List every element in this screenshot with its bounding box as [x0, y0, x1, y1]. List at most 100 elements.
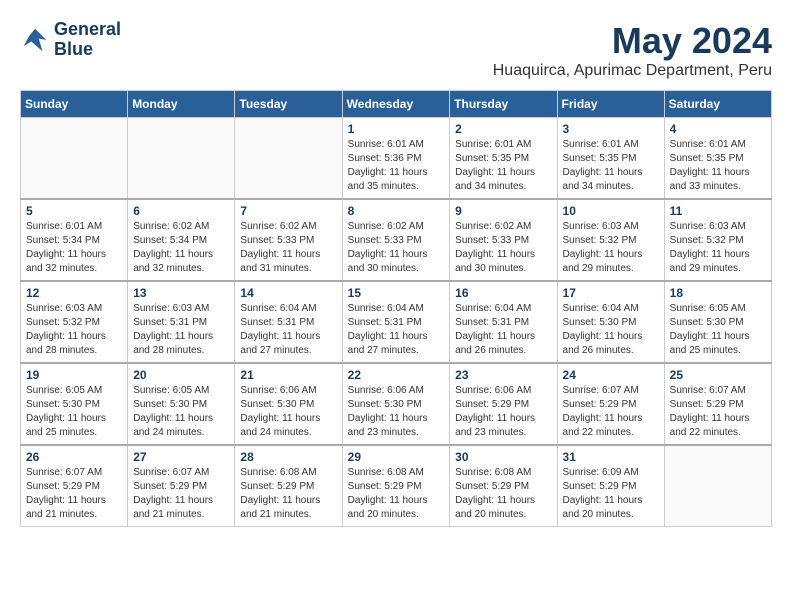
cell-content: Sunrise: 6:04 AMSunset: 5:31 PMDaylight:… [348, 302, 445, 358]
calendar-cell: 10Sunrise: 6:03 AMSunset: 5:32 PMDayligh… [557, 199, 664, 281]
calendar-cell: 17 Sunrise: 6:04 AMSunset: 5:30 PMDayligh… [557, 281, 664, 363]
calendar-table: SundayMondayTuesdayWednesdayThursdayFrid… [20, 90, 772, 527]
day-number: 25 [670, 368, 766, 382]
cell-content: Sunrise: 6:05 AMSunset: 5:30 PMDaylight:… [26, 384, 122, 440]
cell-content: Sunrise: 6:06 AMSunset: 5:30 PMDaylight:… [348, 384, 445, 440]
calendar-cell: 9 Sunrise: 6:02 AMSunset: 5:33 PMDaylight… [450, 199, 557, 281]
day-number: 18 [670, 286, 766, 300]
day-header-saturday: Saturday [664, 91, 771, 118]
title-block: May 2024 Huaquirca, Apurimac Department,… [493, 20, 772, 80]
cell-content: Sunrise: 6:03 AMSunset: 5:32 PMDaylight:… [670, 220, 766, 276]
day-number: 4 [670, 122, 766, 136]
day-number: 20 [133, 368, 229, 382]
calendar-cell: 25 Sunrise: 6:07 AMSunset: 5:29 PMDayligh… [664, 363, 771, 445]
location-title: Huaquirca, Apurimac Department, Peru [493, 62, 772, 80]
cell-content: Sunrise: 6:07 AMSunset: 5:29 PMDaylight:… [670, 384, 766, 440]
calendar-cell: 13 Sunrise: 6:03 AMSunset: 5:31 PMDayligh… [128, 281, 235, 363]
cell-content: Sunrise: 6:02 AMSunset: 5:33 PMDaylight:… [455, 220, 551, 276]
calendar-cell: 22 Sunrise: 6:06 AMSunset: 5:30 PMDayligh… [342, 363, 450, 445]
day-number: 2 [455, 122, 551, 136]
day-number: 7 [240, 204, 336, 218]
day-number: 11 [670, 204, 766, 218]
day-number: 29 [348, 450, 445, 464]
day-number: 24 [563, 368, 659, 382]
day-number: 31 [563, 450, 659, 464]
cell-content: Sunrise: 6:02 AMSunset: 5:33 PMDaylight:… [348, 220, 445, 276]
cell-content: Sunrise: 6:04 AMSunset: 5:31 PMDaylight:… [240, 302, 336, 358]
cell-content: Sunrise: 6:04 AMSunset: 5:30 PMDaylight:… [563, 302, 659, 358]
cell-content: Sunrise: 6:01 AMSunset: 5:35 PMDaylight:… [670, 138, 766, 194]
cell-content: Sunrise: 6:06 AMSunset: 5:30 PMDaylight:… [240, 384, 336, 440]
calendar-cell: 21 Sunrise: 6:06 AMSunset: 5:30 PMDayligh… [235, 363, 342, 445]
day-number: 1 [348, 122, 445, 136]
day-number: 23 [455, 368, 551, 382]
day-number: 16 [455, 286, 551, 300]
day-number: 26 [26, 450, 122, 464]
day-number: 3 [563, 122, 659, 136]
calendar-cell: 1 Sunrise: 6:01 AMSunset: 5:36 PMDaylight… [342, 118, 450, 200]
calendar-cell: 7 Sunrise: 6:02 AMSunset: 5:33 PMDaylight… [235, 199, 342, 281]
calendar-cell [128, 118, 235, 200]
cell-content: Sunrise: 6:01 AMSunset: 5:35 PMDaylight:… [455, 138, 551, 194]
cell-content: Sunrise: 6:03 AMSunset: 5:31 PMDaylight:… [133, 302, 229, 358]
day-number: 22 [348, 368, 445, 382]
calendar-cell: 14 Sunrise: 6:04 AMSunset: 5:31 PMDayligh… [235, 281, 342, 363]
calendar-cell: 31 Sunrise: 6:09 AMSunset: 5:29 PMDayligh… [557, 445, 664, 527]
calendar-cell [21, 118, 128, 200]
calendar-cell: 27Sunrise: 6:07 AMSunset: 5:29 PMDayligh… [128, 445, 235, 527]
day-number: 12 [26, 286, 122, 300]
calendar-cell: 3Sunrise: 6:01 AMSunset: 5:35 PMDaylight… [557, 118, 664, 200]
day-number: 5 [26, 204, 122, 218]
calendar-cell: 8Sunrise: 6:02 AMSunset: 5:33 PMDaylight… [342, 199, 450, 281]
day-number: 13 [133, 286, 229, 300]
calendar-week-row: 12Sunrise: 6:03 AMSunset: 5:32 PMDayligh… [21, 281, 772, 363]
calendar-cell: 11 Sunrise: 6:03 AMSunset: 5:32 PMDayligh… [664, 199, 771, 281]
cell-content: Sunrise: 6:08 AMSunset: 5:29 PMDaylight:… [455, 466, 551, 522]
calendar-cell: 16 Sunrise: 6:04 AMSunset: 5:31 PMDayligh… [450, 281, 557, 363]
calendar-week-row: 19Sunrise: 6:05 AMSunset: 5:30 PMDayligh… [21, 363, 772, 445]
calendar-week-row: 1 Sunrise: 6:01 AMSunset: 5:36 PMDaylight… [21, 118, 772, 200]
cell-content: Sunrise: 6:09 AMSunset: 5:29 PMDaylight:… [563, 466, 659, 522]
logo-text: General Blue [54, 20, 121, 60]
calendar-week-row: 5 Sunrise: 6:01 AMSunset: 5:34 PMDaylight… [21, 199, 772, 281]
calendar-cell: 5 Sunrise: 6:01 AMSunset: 5:34 PMDaylight… [21, 199, 128, 281]
day-number: 14 [240, 286, 336, 300]
day-number: 17 [563, 286, 659, 300]
day-number: 28 [240, 450, 336, 464]
cell-content: Sunrise: 6:08 AMSunset: 5:29 PMDaylight:… [240, 466, 336, 522]
day-number: 6 [133, 204, 229, 218]
day-header-wednesday: Wednesday [342, 91, 450, 118]
month-title: May 2024 [493, 20, 772, 62]
day-number: 10 [563, 204, 659, 218]
calendar-cell: 30 Sunrise: 6:08 AMSunset: 5:29 PMDayligh… [450, 445, 557, 527]
cell-content: Sunrise: 6:01 AMSunset: 5:34 PMDaylight:… [26, 220, 122, 276]
calendar-cell: 29Sunrise: 6:08 AMSunset: 5:29 PMDayligh… [342, 445, 450, 527]
cell-content: Sunrise: 6:07 AMSunset: 5:29 PMDaylight:… [133, 466, 229, 522]
calendar-header-row: SundayMondayTuesdayWednesdayThursdayFrid… [21, 91, 772, 118]
calendar-cell [664, 445, 771, 527]
calendar-cell: 18 Sunrise: 6:05 AMSunset: 5:30 PMDayligh… [664, 281, 771, 363]
cell-content: Sunrise: 6:04 AMSunset: 5:31 PMDaylight:… [455, 302, 551, 358]
logo-icon [20, 25, 50, 55]
cell-content: Sunrise: 6:07 AMSunset: 5:29 PMDaylight:… [563, 384, 659, 440]
logo: General Blue [20, 20, 121, 60]
day-header-thursday: Thursday [450, 91, 557, 118]
day-number: 21 [240, 368, 336, 382]
calendar-cell: 12Sunrise: 6:03 AMSunset: 5:32 PMDayligh… [21, 281, 128, 363]
day-number: 9 [455, 204, 551, 218]
calendar-cell: 19Sunrise: 6:05 AMSunset: 5:30 PMDayligh… [21, 363, 128, 445]
cell-content: Sunrise: 6:02 AMSunset: 5:33 PMDaylight:… [240, 220, 336, 276]
calendar-cell: 20Sunrise: 6:05 AMSunset: 5:30 PMDayligh… [128, 363, 235, 445]
day-header-sunday: Sunday [21, 91, 128, 118]
cell-content: Sunrise: 6:01 AMSunset: 5:36 PMDaylight:… [348, 138, 445, 194]
calendar-cell: 24 Sunrise: 6:07 AMSunset: 5:29 PMDayligh… [557, 363, 664, 445]
calendar-cell: 26 Sunrise: 6:07 AMSunset: 5:29 PMDayligh… [21, 445, 128, 527]
calendar-cell [235, 118, 342, 200]
cell-content: Sunrise: 6:07 AMSunset: 5:29 PMDaylight:… [26, 466, 122, 522]
day-number: 30 [455, 450, 551, 464]
calendar-cell: 28 Sunrise: 6:08 AMSunset: 5:29 PMDayligh… [235, 445, 342, 527]
cell-content: Sunrise: 6:05 AMSunset: 5:30 PMDaylight:… [670, 302, 766, 358]
calendar-cell: 15Sunrise: 6:04 AMSunset: 5:31 PMDayligh… [342, 281, 450, 363]
day-header-friday: Friday [557, 91, 664, 118]
calendar-cell: 23Sunrise: 6:06 AMSunset: 5:29 PMDayligh… [450, 363, 557, 445]
